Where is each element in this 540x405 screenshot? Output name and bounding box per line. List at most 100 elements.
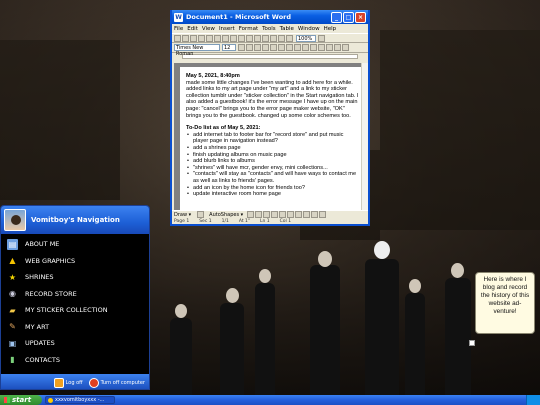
decrease-indent-icon[interactable] xyxy=(310,44,317,51)
wordart-icon[interactable] xyxy=(287,211,295,218)
columns-icon[interactable] xyxy=(270,34,277,42)
menu-item-label: UPDATES xyxy=(25,339,55,348)
menu-item-record-store[interactable]: ◉ RECORD STORE xyxy=(1,286,149,303)
save-icon[interactable] xyxy=(190,34,197,42)
menu-window[interactable]: Window xyxy=(298,26,320,32)
align-right-icon[interactable] xyxy=(278,44,285,51)
word-titlebar[interactable]: W Document1 - Microsoft Word _ □ × xyxy=(172,10,368,24)
vertical-scrollbar[interactable] xyxy=(361,63,368,211)
menu-tools[interactable]: Tools xyxy=(262,26,276,32)
warning-icon: ▲ xyxy=(9,256,16,266)
turn-off-button[interactable]: Turn off computer xyxy=(88,377,145,388)
oval-icon[interactable] xyxy=(271,211,279,218)
user-name: Vomitboy's Navigation xyxy=(31,216,120,224)
line-icon[interactable] xyxy=(247,211,255,218)
menu-item-web-graphics[interactable]: ▲ WEB GRAPHICS xyxy=(1,253,149,270)
menu-file[interactable]: File xyxy=(174,26,183,32)
font-name-select[interactable]: Times New Roman xyxy=(174,44,220,57)
redo-icon[interactable] xyxy=(254,34,261,42)
todo-item: add internet tab to footer bar for "reco… xyxy=(186,132,360,145)
todo-item: "contacts" will stay as "contacts" and w… xyxy=(186,171,360,184)
show-hide-icon[interactable] xyxy=(286,34,293,42)
menu-item-contacts[interactable]: ▮ CONTACTS xyxy=(1,352,149,369)
ruler[interactable] xyxy=(182,54,358,59)
help-icon[interactable] xyxy=(318,34,325,42)
clipart-icon[interactable] xyxy=(295,211,303,218)
logoff-button[interactable]: Log off xyxy=(53,377,83,388)
maximize-button[interactable]: □ xyxy=(343,11,354,23)
justify-icon[interactable] xyxy=(286,44,293,51)
todo-item: add a shrines page xyxy=(186,145,360,152)
menu-format[interactable]: Format xyxy=(239,26,258,32)
menu-item-my-art[interactable]: ✎ MY ART xyxy=(1,319,149,336)
open-folder-icon[interactable] xyxy=(182,34,189,42)
document-page[interactable]: May 5, 2021, 8:40pm made some little cha… xyxy=(180,67,366,211)
highlight-icon[interactable] xyxy=(334,44,341,51)
menu-item-updates[interactable]: ▣ UPDATES xyxy=(1,335,149,352)
menu-view[interactable]: View xyxy=(202,26,215,32)
todo-list: add internet tab to footer bar for "reco… xyxy=(186,132,360,198)
drawing-icon[interactable] xyxy=(278,34,285,42)
align-left-icon[interactable] xyxy=(262,44,269,51)
font-size-select[interactable]: 12 xyxy=(222,44,236,51)
power-icon xyxy=(88,377,99,388)
menu-insert[interactable]: Insert xyxy=(219,26,235,32)
select-pointer-icon[interactable] xyxy=(197,211,205,218)
spelling-icon[interactable] xyxy=(214,34,221,42)
menu-item-shrines[interactable]: ★ SHRINES xyxy=(1,269,149,286)
minimize-button[interactable]: _ xyxy=(331,11,342,23)
menu-item-about-me[interactable]: ▤ ABOUT ME xyxy=(1,236,149,253)
cut-icon[interactable] xyxy=(222,34,229,42)
line-color-icon[interactable] xyxy=(311,211,319,218)
paste-icon[interactable] xyxy=(238,34,245,42)
italic-icon[interactable] xyxy=(246,44,253,51)
computer-icon: ▣ xyxy=(8,338,17,348)
todo-title: To-Do list as of May 5, 2021: xyxy=(186,125,261,132)
undo-icon[interactable] xyxy=(246,34,253,42)
table-icon[interactable] xyxy=(262,34,269,42)
align-center-icon[interactable] xyxy=(270,44,277,51)
menu-item-label: MY STICKER COLLECTION xyxy=(25,306,108,315)
print-preview-icon[interactable] xyxy=(206,34,213,42)
window-title: Document1 - Microsoft Word xyxy=(186,13,292,21)
status-at: At 1" xyxy=(238,218,250,224)
status-line: Ln 1 xyxy=(259,218,270,224)
avatar xyxy=(4,209,26,231)
menu-item-label: SHRINES xyxy=(25,273,54,282)
windows-logo-icon xyxy=(4,397,10,403)
textbox-icon[interactable] xyxy=(279,211,287,218)
menu-edit[interactable]: Edit xyxy=(187,26,198,32)
text-color-icon[interactable] xyxy=(319,211,327,218)
menu-bar: File Edit View Insert Format Tools Table… xyxy=(172,24,368,33)
new-document-icon[interactable] xyxy=(174,34,181,42)
increase-indent-icon[interactable] xyxy=(318,44,325,51)
autoshapes-menu[interactable]: AutoShapes ▾ xyxy=(209,212,243,218)
todo-item: "shrines" will have mcr, gender envy, mi… xyxy=(186,165,360,172)
copy-icon[interactable] xyxy=(230,34,237,42)
numbering-icon[interactable] xyxy=(294,44,301,51)
menu-table[interactable]: Table xyxy=(280,26,294,32)
close-button[interactable]: × xyxy=(355,11,366,23)
bold-icon[interactable] xyxy=(238,44,245,51)
arrow-icon[interactable] xyxy=(255,211,263,218)
bullets-icon[interactable] xyxy=(302,44,309,51)
system-tray xyxy=(526,395,540,405)
start-menu-items: ▤ ABOUT ME ▲ WEB GRAPHICS ★ SHRINES ◉ RE… xyxy=(1,234,149,374)
todo-item: finish updating albums on music page xyxy=(186,152,360,159)
taskbar-item[interactable]: xxxvomitboyxxx -... xyxy=(45,396,115,404)
underline-icon[interactable] xyxy=(254,44,261,51)
fill-color-icon[interactable] xyxy=(303,211,311,218)
border-icon[interactable] xyxy=(326,44,333,51)
start-button[interactable]: start xyxy=(0,395,42,405)
zoom-select[interactable]: 100% xyxy=(296,34,316,42)
rectangle-icon[interactable] xyxy=(263,211,271,218)
word-window[interactable]: W Document1 - Microsoft Word _ □ × File … xyxy=(170,10,370,226)
todo-item: add an icon by the home icon for friends… xyxy=(186,185,360,192)
blog-note[interactable]: Here is where I blog and record the hist… xyxy=(475,272,535,334)
menu-help[interactable]: Help xyxy=(324,26,337,32)
drawing-toolbar: Draw ▾ AutoShapes ▾ xyxy=(172,210,368,218)
draw-menu[interactable]: Draw ▾ xyxy=(174,212,191,218)
print-icon[interactable] xyxy=(198,34,205,42)
menu-item-sticker-collection[interactable]: ▰ MY STICKER COLLECTION xyxy=(1,302,149,319)
font-color-icon[interactable] xyxy=(342,44,349,51)
